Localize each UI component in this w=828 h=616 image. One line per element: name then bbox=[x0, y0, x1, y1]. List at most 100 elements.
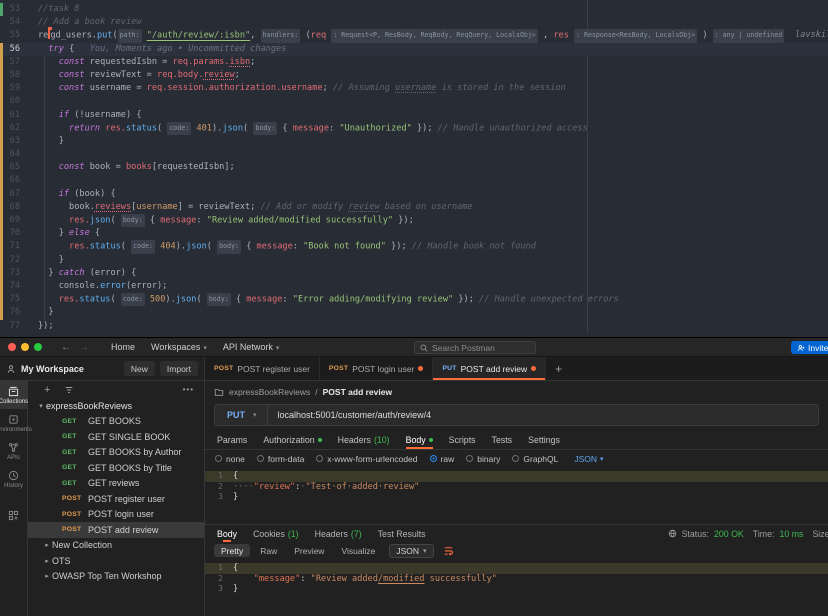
new-tab-button[interactable]: + bbox=[546, 357, 571, 380]
response-body-viewer[interactable]: 1{2 "message": "Review added/modified su… bbox=[205, 559, 828, 616]
radio-icon bbox=[430, 455, 437, 462]
new-button[interactable]: New bbox=[124, 361, 155, 376]
view-button-pretty[interactable]: Pretty bbox=[214, 544, 250, 557]
breadcrumb-collection[interactable]: expressBookReviews bbox=[229, 387, 310, 397]
method-select[interactable]: PUT bbox=[215, 410, 253, 420]
request-tab-tests[interactable]: Tests bbox=[484, 431, 521, 449]
request-body-editor[interactable]: 1{2····"review":·"Test·of·added·review"3… bbox=[205, 467, 828, 524]
body-mode-form-data[interactable]: form-data bbox=[257, 454, 304, 464]
maximize-window-button[interactable] bbox=[34, 343, 42, 351]
response-tab-body[interactable]: Body bbox=[215, 525, 239, 542]
open-request-tab[interactable]: POSTPOST login user bbox=[320, 357, 434, 380]
code-line: 72 } bbox=[0, 254, 828, 267]
request-language-select[interactable]: JSON▾ bbox=[574, 454, 603, 464]
method-badge: GET bbox=[62, 464, 88, 471]
tab-label: Test Results bbox=[378, 529, 426, 539]
tab-label: Body bbox=[406, 435, 426, 445]
import-button[interactable]: Import bbox=[160, 361, 198, 376]
chevron-down-icon: ▾ bbox=[203, 345, 207, 352]
rail-item-apis[interactable]: APIs bbox=[0, 437, 28, 465]
code-text: } bbox=[38, 135, 64, 148]
close-window-button[interactable] bbox=[8, 343, 16, 351]
workspace-title[interactable]: My Workspace bbox=[21, 364, 119, 374]
back-arrow-icon[interactable]: ← bbox=[61, 342, 71, 353]
view-button-raw[interactable]: Raw bbox=[253, 544, 284, 557]
mode-label: raw bbox=[441, 454, 455, 464]
nav-item-api-network[interactable]: API Network▾ bbox=[223, 342, 280, 352]
request-language-value: JSON bbox=[574, 454, 597, 464]
postman-body: CollectionsEnvironments APIs History + •••… bbox=[0, 381, 828, 616]
breadcrumb-separator: / bbox=[315, 387, 317, 397]
sidebar-more-icon[interactable]: ••• bbox=[183, 385, 194, 394]
code-line: 64 bbox=[0, 148, 828, 161]
body-mode-x-www-form-urlencoded[interactable]: x-www-form-urlencoded bbox=[316, 454, 417, 464]
response-language-select[interactable]: JSON ▾ bbox=[389, 544, 433, 558]
line-number: 61 bbox=[2, 109, 20, 122]
request-tab-authorization[interactable]: Authorization bbox=[255, 431, 329, 449]
body-mode-none[interactable]: none bbox=[215, 454, 245, 464]
tab-label: Body bbox=[217, 529, 237, 539]
code-text: regd_users.put(path: "/auth/review/:isbn… bbox=[38, 29, 815, 43]
tree-request-item[interactable]: GETGET BOOKS by Title bbox=[28, 460, 204, 476]
minimize-window-button[interactable] bbox=[21, 343, 29, 351]
postman-titlebar: ← → Home Workspaces▾ API Network▾ Search P… bbox=[0, 338, 828, 357]
body-mode-graphql[interactable]: GraphQL bbox=[512, 454, 558, 464]
tree-request-item[interactable]: POSTPOST register user bbox=[28, 491, 204, 507]
line-number: 2 bbox=[205, 482, 223, 493]
response-header: BodyCookies(1)Headers(7)Test Results Sta… bbox=[205, 524, 828, 542]
open-request-tab[interactable]: POSTPOST register user bbox=[205, 357, 320, 380]
tab-label: POST add review bbox=[461, 364, 527, 374]
line-number: 74 bbox=[2, 280, 20, 293]
tree-collection-collapsed[interactable]: ▸New Collection bbox=[28, 538, 204, 554]
more-icon bbox=[8, 510, 19, 521]
view-button-preview[interactable]: Preview bbox=[287, 544, 331, 557]
filter-icon[interactable] bbox=[64, 385, 74, 395]
tree-request-item[interactable]: GETGET SINGLE BOOK bbox=[28, 429, 204, 445]
body-mode-binary[interactable]: binary bbox=[466, 454, 500, 464]
line-number: 56 bbox=[2, 43, 20, 56]
search-box[interactable]: Search Postman bbox=[414, 341, 536, 354]
request-tab-headers[interactable]: Headers(10) bbox=[330, 431, 398, 449]
wrap-text-icon[interactable] bbox=[443, 545, 454, 556]
invite-button[interactable]: Invite bbox=[791, 341, 828, 354]
method-chevron-icon[interactable]: ▾ bbox=[253, 411, 267, 419]
code-text: } catch (error) { bbox=[38, 267, 136, 280]
rail-item-history[interactable]: History bbox=[0, 465, 28, 493]
rail-label: APIs bbox=[7, 455, 20, 461]
tree-collection-collapsed[interactable]: ▸OWASP Top Ten Workshop bbox=[28, 569, 204, 585]
response-tab-cookies[interactable]: Cookies(1) bbox=[251, 525, 301, 542]
add-collection-button[interactable]: + bbox=[44, 384, 50, 396]
request-panel: expressBookReviews / POST add review PUT… bbox=[205, 381, 828, 616]
tree-request-item[interactable]: GETGET BOOKS by Author bbox=[28, 445, 204, 461]
response-tab-headers[interactable]: Headers(7) bbox=[313, 525, 364, 542]
rail-item-more[interactable] bbox=[0, 505, 28, 525]
url-input[interactable]: localhost:5001/customer/auth/review/4 bbox=[268, 410, 442, 420]
line-number: 69 bbox=[2, 214, 20, 227]
tree-request-item[interactable]: GETGET reviews bbox=[28, 476, 204, 492]
nav-item-workspaces[interactable]: Workspaces▾ bbox=[151, 342, 207, 352]
code-line: 69 res.json( body: { message: "Review ad… bbox=[0, 214, 828, 227]
code-editor[interactable]: 53//task 854// Add a book review55regd_u… bbox=[0, 0, 828, 337]
request-tab-scripts[interactable]: Scripts bbox=[441, 431, 484, 449]
tree-collection-collapsed[interactable]: ▸OTS bbox=[28, 553, 204, 569]
rail-item-environments[interactable]: Environments bbox=[0, 409, 28, 437]
view-button-visualize[interactable]: Visualize bbox=[334, 544, 382, 557]
request-tab-params[interactable]: Params bbox=[209, 431, 255, 449]
nav-item-home[interactable]: Home bbox=[111, 342, 135, 352]
response-tab-test-results[interactable]: Test Results bbox=[376, 525, 428, 542]
line-number: 58 bbox=[2, 69, 20, 82]
tab-label: Tests bbox=[492, 435, 513, 445]
request-tab-body[interactable]: Body bbox=[398, 431, 441, 449]
unsaved-dot bbox=[418, 366, 423, 371]
collection-row[interactable]: ▾expressBookReviews bbox=[28, 398, 204, 414]
forward-arrow-icon[interactable]: → bbox=[79, 342, 89, 353]
body-mode-raw[interactable]: raw bbox=[430, 454, 455, 464]
code-text: console.error(error); bbox=[38, 280, 167, 293]
open-request-tab[interactable]: PUTPOST add review bbox=[433, 357, 546, 380]
tree-request-item[interactable]: POSTPOST add review bbox=[28, 522, 204, 538]
radio-icon bbox=[466, 455, 473, 462]
tree-request-item[interactable]: POSTPOST login user bbox=[28, 507, 204, 523]
request-tab-settings[interactable]: Settings bbox=[520, 431, 568, 449]
tree-request-item[interactable]: GETGET BOOKS bbox=[28, 414, 204, 430]
rail-item-collections[interactable]: Collections bbox=[0, 381, 28, 409]
